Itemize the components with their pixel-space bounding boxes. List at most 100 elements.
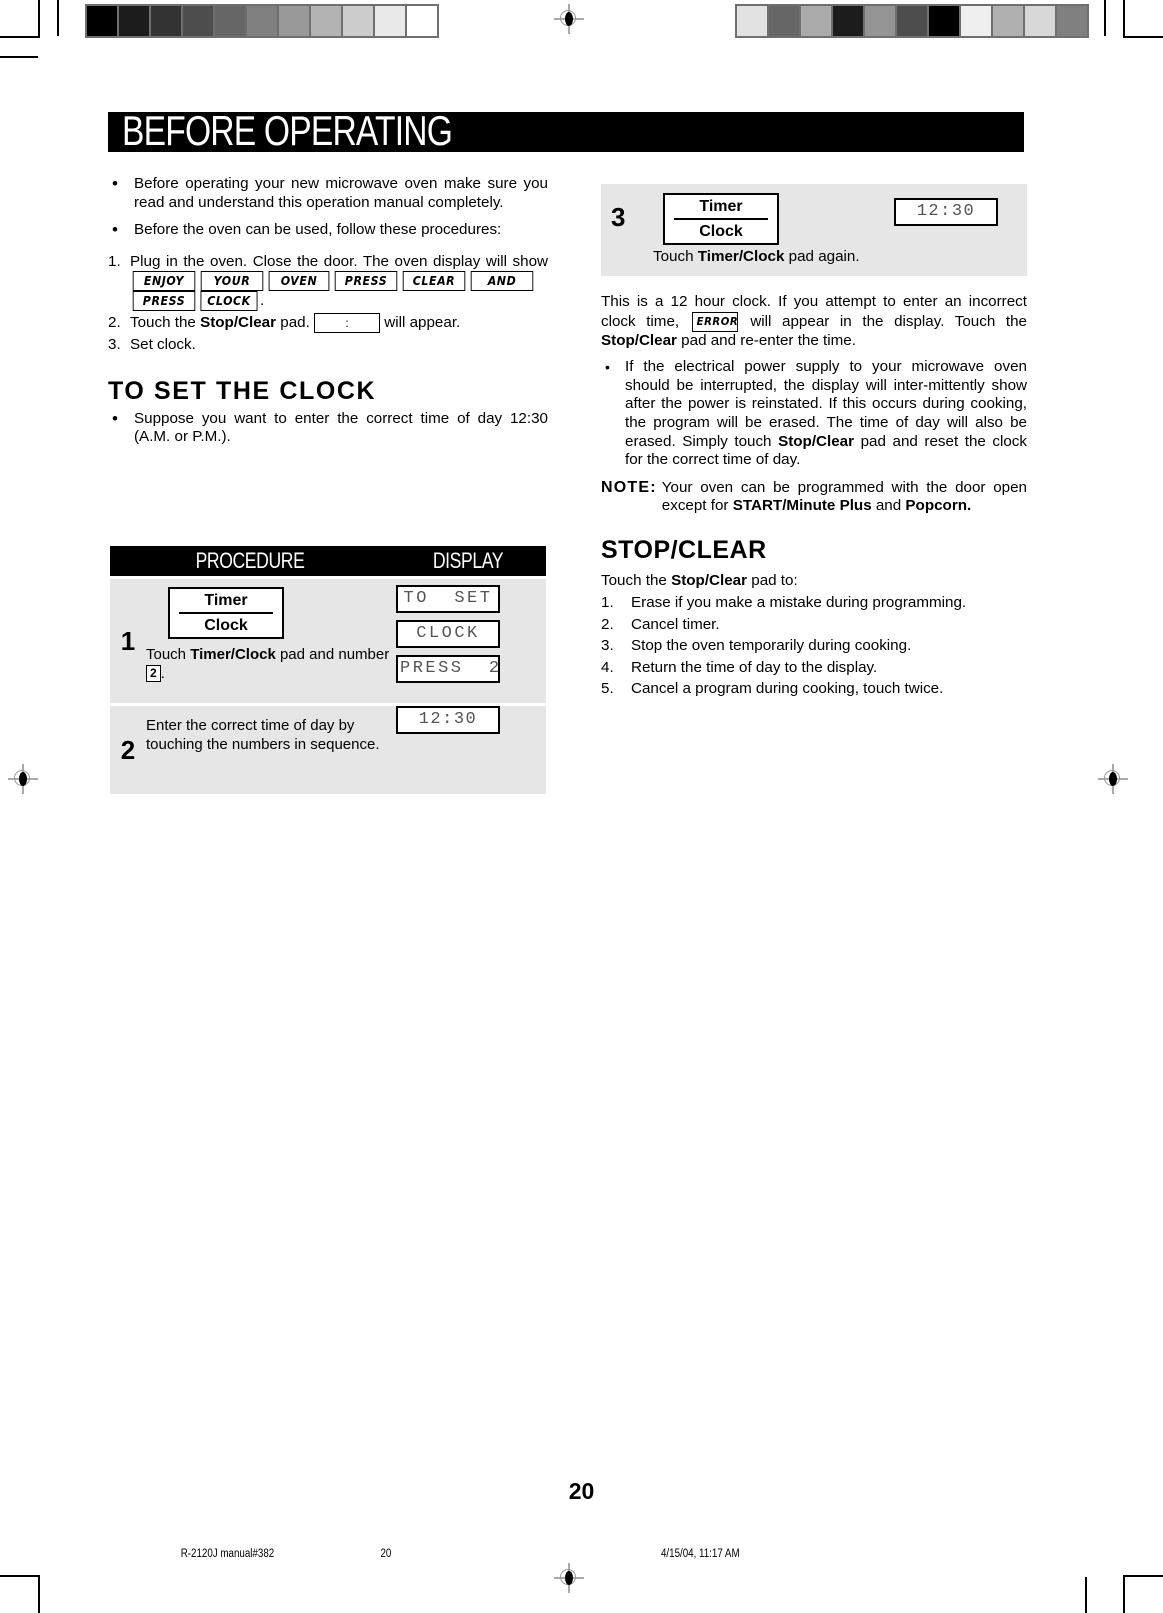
- lcd-word-your: YOUR: [200, 271, 264, 292]
- stop-clear-item-4-text: Return the time of day to the display.: [631, 658, 878, 676]
- right-column: This is a 12 hour clock. If you attempt …: [601, 293, 1027, 701]
- calibration-swatch: [1057, 6, 1087, 36]
- procedure-table-header: PROCEDURE DISPLAY: [110, 546, 546, 576]
- instr-pre: Touch: [146, 646, 191, 663]
- display-readout-1230: 12:30: [396, 706, 500, 734]
- intro-step-2-number: 2.: [108, 314, 121, 332]
- stop-clear-heading: STOP/CLEAR: [601, 535, 767, 564]
- column-header-procedure: PROCEDURE: [195, 548, 305, 573]
- numeric-key-2[interactable]: 2: [146, 665, 161, 682]
- calibration-swatch: [119, 6, 149, 36]
- crop-mark-bottom-left-h: [0, 1575, 38, 1577]
- timer-clock-pad-button-step3[interactable]: Timer Clock: [663, 193, 779, 245]
- intro-step-2-mid: pad.: [276, 314, 310, 332]
- intro-step-2-tail: will appear.: [384, 314, 461, 332]
- list-item: 1. Erase if you make a mistake during pr…: [601, 593, 1027, 613]
- calibration-swatch: [865, 6, 895, 36]
- instr-bold-timer-clock: Timer/Clock: [190, 646, 276, 663]
- list-item: 2. Cancel timer.: [601, 615, 1027, 635]
- calibration-swatch: [407, 6, 437, 36]
- calibration-swatch: [311, 6, 341, 36]
- calibration-swatch: [375, 6, 405, 36]
- bullet-glyph-icon: •: [605, 359, 610, 376]
- lcd-word-clock: CLOCK: [200, 291, 258, 312]
- calibration-swatch: [929, 6, 959, 36]
- display-readout-press-2: PRESS 2: [396, 655, 500, 683]
- display-readout-clock: CLOCK: [396, 620, 500, 648]
- lcd-word-press-2: PRESS: [132, 291, 196, 312]
- caption-post: pad again.: [784, 248, 860, 265]
- caption-bold-timer-clock: Timer/Clock: [697, 248, 785, 265]
- lcd-word-and: AND: [470, 271, 534, 292]
- pad-label-timer: Timer: [204, 592, 248, 609]
- step-number-2: 2: [120, 734, 136, 765]
- timer-clock-pad-button[interactable]: Timer Clock: [168, 587, 284, 639]
- crop-mark-top-left-h: [0, 36, 38, 38]
- stop-clear-item-4-number: 4.: [601, 658, 614, 676]
- note-bold-start-minute-plus: START/Minute Plus: [732, 497, 872, 515]
- lcd-word-oven: OVEN: [268, 271, 330, 292]
- registration-target-top: [554, 4, 584, 34]
- lcd-word-press: PRESS: [334, 271, 398, 292]
- sc-intro-pre: Touch the: [601, 571, 672, 589]
- crop-mark-top-right-h: [1125, 36, 1163, 38]
- crop-mark-top-right-v2: [1104, 0, 1106, 36]
- procedure-table: PROCEDURE DISPLAY 1 Timer Clock Touch Ti…: [110, 546, 546, 794]
- list-item: 4. Return the time of day to the display…: [601, 658, 1027, 678]
- footer-timestamp: 4/15/04, 11:17 AM: [660, 1548, 740, 1560]
- note-label: NOTE:: [601, 478, 657, 496]
- intro-step-3: 3. Set clock.: [108, 335, 548, 355]
- calibration-swatch: [279, 6, 309, 36]
- intro-step-2-text: Touch the Stop/Clear pad. : will appear.: [130, 313, 548, 334]
- calibration-swatch: [737, 6, 767, 36]
- grayscale-calibration-strip-right: [735, 4, 1089, 38]
- footer-file-name: R-2120J manual#382: [180, 1548, 275, 1560]
- crop-mark-bottom-left-v: [38, 1575, 40, 1613]
- intro-bullet-2: • Before the oven can be used, follow th…: [108, 221, 548, 240]
- lcd-word-error: ERROR: [691, 311, 738, 332]
- display-readout-step3: 12:30: [894, 198, 998, 226]
- note-text-2: and: [871, 497, 906, 515]
- procedure-instruction-1: Touch Timer/Clock pad and number 2.: [146, 645, 392, 683]
- intro-bullet-1-text: Before operating your new microwave oven…: [134, 175, 548, 211]
- to-set-the-clock-heading: TO SET THE CLOCK: [108, 376, 377, 405]
- lcd-word-enjoy: ENJOY: [132, 271, 196, 292]
- display-readout-to-set: TO SET: [396, 585, 500, 613]
- pad-label-clock: Clock: [699, 223, 743, 240]
- calibration-swatch: [343, 6, 373, 36]
- crop-mark-top-left-h2: [0, 56, 38, 58]
- display-cell-1: TO SET CLOCK PRESS 2: [396, 579, 546, 703]
- registration-target-bottom: [554, 1563, 584, 1593]
- crop-mark-top-right-v: [1123, 0, 1125, 38]
- caption-pre: Touch: [653, 248, 698, 265]
- sc-intro-post: pad to:: [747, 571, 798, 589]
- intro-step-1-period: .: [260, 292, 265, 310]
- pad-divider: [674, 218, 768, 220]
- grayscale-calibration-strip-left: [85, 4, 439, 38]
- pad-label-timer: Timer: [699, 198, 743, 215]
- calibration-swatch: [833, 6, 863, 36]
- intro-bullet-1: • Before operating your new microwave ov…: [108, 174, 548, 212]
- twelve-hour-clock-paragraph: This is a 12 hour clock. If you attempt …: [601, 293, 1027, 350]
- section-banner: BEFORE OPERATING: [108, 107, 1024, 154]
- crop-mark-bottom-right-h: [1125, 1575, 1163, 1577]
- stop-clear-intro: Touch the Stop/Clear pad to:: [601, 571, 1027, 591]
- intro-step-1-lead: Plug in the oven. Close the door. The ov…: [130, 252, 548, 270]
- calibration-swatch: [993, 6, 1023, 36]
- crop-mark-top-left-v: [38, 0, 40, 38]
- intro-step-3-text: Set clock.: [130, 336, 196, 354]
- procedure-instruction-2: Enter the correct time of day by touchin…: [146, 717, 380, 753]
- intro-step-2: 2. Touch the Stop/Clear pad. : will appe…: [108, 313, 548, 334]
- intro-step-3-number: 3.: [108, 336, 121, 354]
- step-3-caption: Touch Timer/Clock pad again.: [653, 248, 860, 265]
- calibration-swatch: [247, 6, 277, 36]
- note-bold-popcorn: Popcorn.: [905, 497, 972, 515]
- table-row: 1 Timer Clock Touch Timer/Clock pad and …: [110, 576, 546, 703]
- lcd-blank-time-display: :: [314, 313, 381, 334]
- stop-clear-item-5-text: Cancel a program during cooking, touch t…: [631, 680, 944, 698]
- calibration-swatch: [801, 6, 831, 36]
- calibration-swatch: [215, 6, 245, 36]
- stop-clear-bold: Stop/Clear: [200, 314, 277, 332]
- column-header-display: DISPLAY: [432, 548, 504, 573]
- power-interruption-bullet: • If the electrical power supply to your…: [601, 358, 1027, 470]
